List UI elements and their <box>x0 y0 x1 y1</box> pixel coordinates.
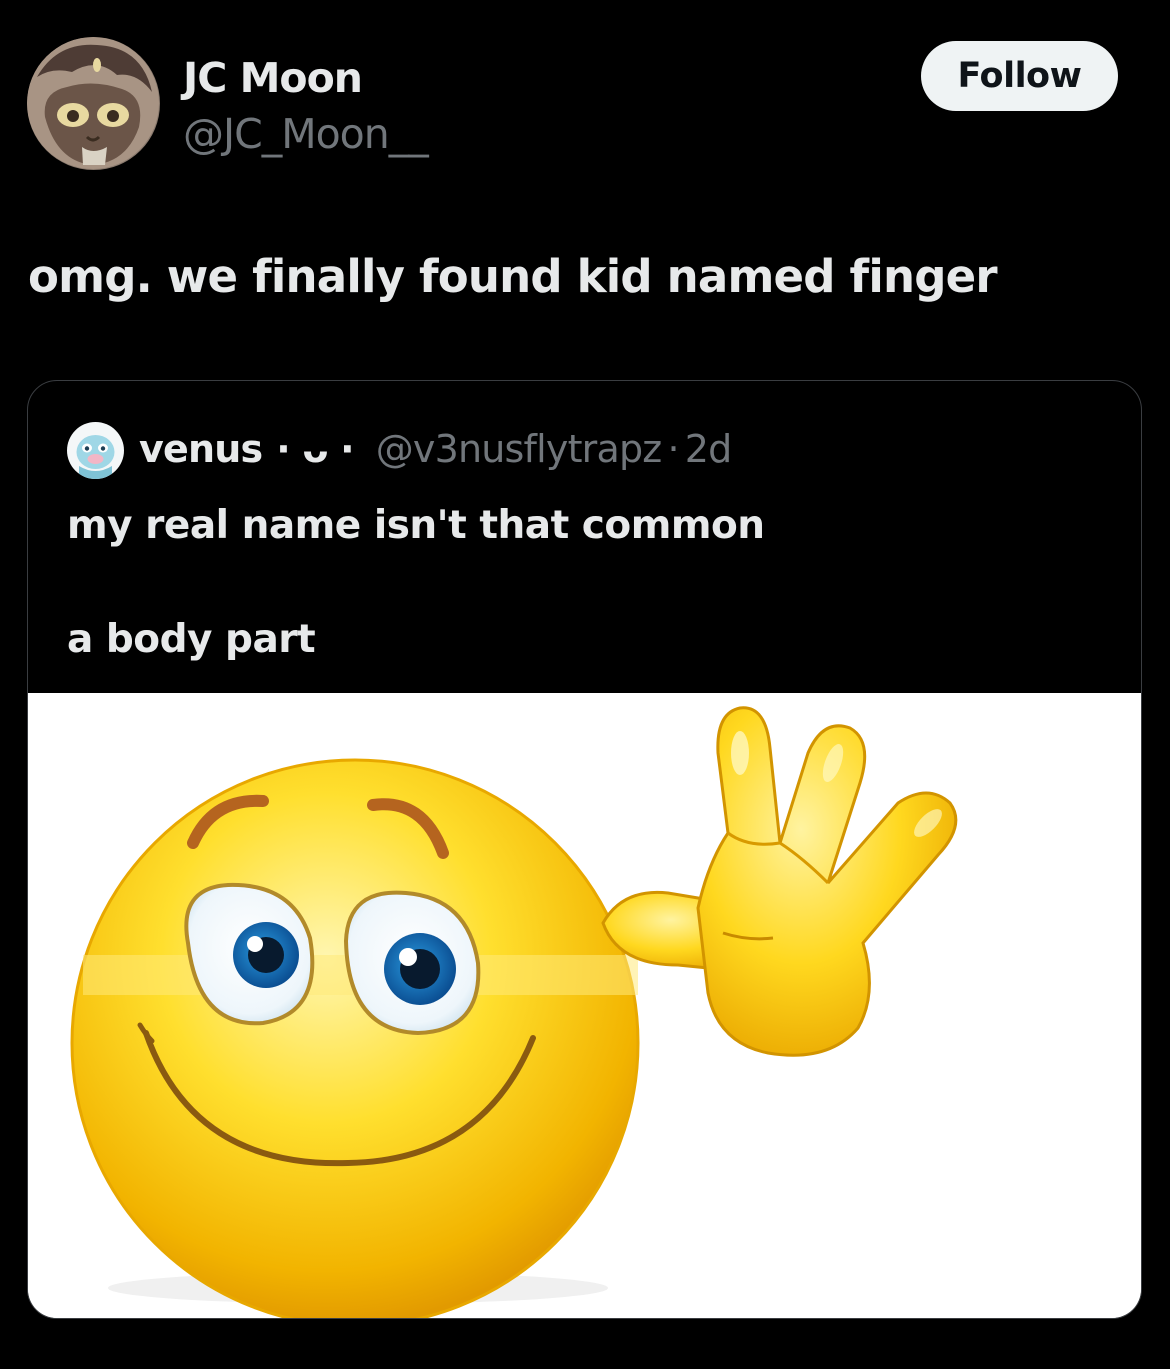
waving-smiley-emoji-icon <box>28 693 1141 1318</box>
avatar-illustration-icon <box>27 37 160 170</box>
quoted-author-avatar[interactable] <box>67 422 124 479</box>
quoted-tweet-header: venus · ᴗ · @v3nusflytrapz · 2d <box>139 427 732 471</box>
tweet: JC Moon @JC_Moon__ Follow omg. we finall… <box>0 0 1170 1369</box>
quoted-avatar-illustration-icon <box>67 422 124 479</box>
follow-button[interactable]: Follow <box>921 41 1118 111</box>
quoted-display-name[interactable]: venus <box>139 427 263 471</box>
quoted-separator: · <box>667 427 679 471</box>
tweet-text: omg. we finally found kid named finger <box>28 250 998 303</box>
quoted-handle[interactable]: @v3nusflytrapz <box>376 427 663 471</box>
author-handle[interactable]: @JC_Moon__ <box>183 110 429 158</box>
quoted-text-line-1: my real name isn't that common <box>67 503 765 548</box>
quoted-name-emote: · ᴗ · <box>276 427 354 471</box>
author-display-name[interactable]: JC Moon <box>183 54 363 102</box>
quoted-text-line-2: a body part <box>67 617 316 662</box>
quoted-media[interactable] <box>28 693 1141 1318</box>
quoted-timestamp[interactable]: 2d <box>685 427 732 471</box>
quoted-tweet[interactable]: venus · ᴗ · @v3nusflytrapz · 2d my real … <box>27 380 1142 1319</box>
author-avatar[interactable] <box>27 37 160 170</box>
